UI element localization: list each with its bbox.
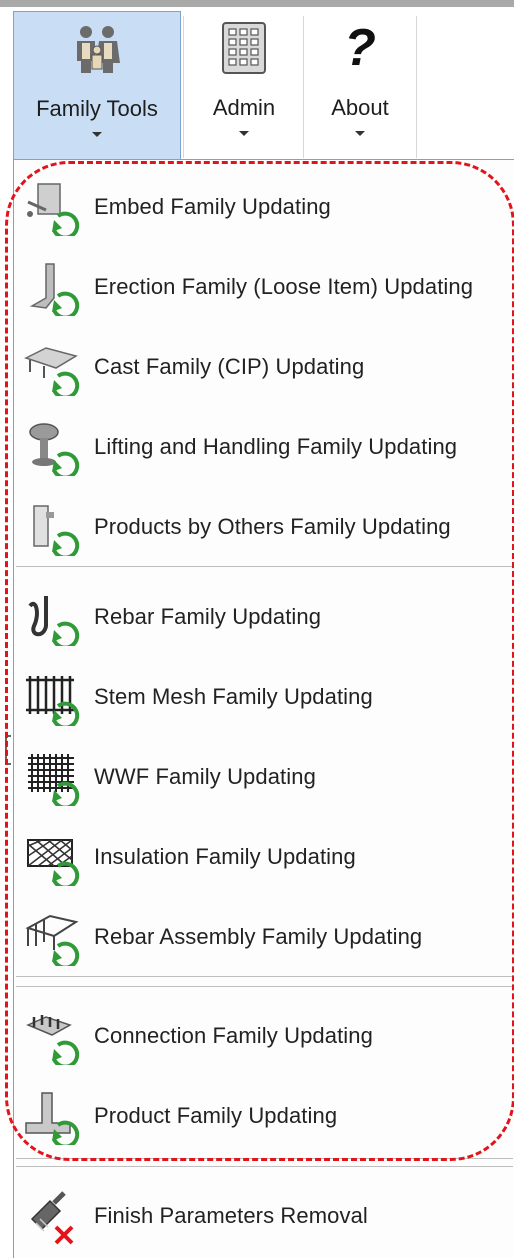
cast-update-icon xyxy=(24,347,80,396)
menu-item-label: Lifting and Handling Family Updating xyxy=(94,434,458,459)
menu-item-label: Rebar Assembly Family Updating xyxy=(94,924,423,949)
embed-update-icon xyxy=(27,183,80,236)
menu-item-label: Erection Family (Loose Item) Updating xyxy=(94,274,474,299)
tab-admin-label: Admin xyxy=(212,95,276,120)
menu-item-lifting-family-updating[interactable]: Lifting and Handling Family Updating xyxy=(14,406,514,486)
chevron-down-icon xyxy=(239,131,249,136)
rebar-assembly-update-icon xyxy=(25,914,80,966)
finish-removal-icon xyxy=(30,1191,74,1245)
menu-item-wwf-family-updating[interactable]: WWF Family Updating xyxy=(14,736,514,816)
menu-separator xyxy=(16,1166,513,1167)
family-icon xyxy=(71,20,123,78)
menu-item-label: Insulation Family Updating xyxy=(94,844,356,869)
menu-item-cast-family-updating[interactable]: Cast Family (CIP) Updating xyxy=(14,326,514,406)
menu-item-insulation-updating[interactable]: Insulation Family Updating xyxy=(14,816,514,896)
menu-item-connection-updating[interactable]: Connection Family Updating xyxy=(14,995,514,1075)
tab-family-tools-label: Family Tools xyxy=(36,96,158,121)
menu-item-label: Rebar Family Updating xyxy=(94,604,322,629)
menu-separator xyxy=(16,1158,513,1159)
product-update-icon xyxy=(25,1092,80,1145)
question-icon: ? xyxy=(344,19,376,77)
chevron-down-icon xyxy=(355,131,365,136)
menu-item-label: Embed Family Updating xyxy=(94,194,331,219)
lifting-update-icon xyxy=(29,423,80,476)
menu-item-label: Connection Family Updating xyxy=(94,1023,373,1048)
menu-item-product-family-updating[interactable]: Product Family Updating xyxy=(14,1075,514,1155)
wwf-update-icon xyxy=(28,754,80,806)
menu-separator xyxy=(16,976,513,977)
menu-item-finish-parameters-removal[interactable]: Finish Parameters Removal xyxy=(14,1175,514,1255)
family-tools-dropdown-menu: Embed Family Updating Erection Family (L… xyxy=(13,159,514,1258)
question-glyph: ? xyxy=(344,19,376,77)
tab-about-label: About xyxy=(331,95,389,120)
connection-update-icon xyxy=(26,1015,80,1065)
menu-item-embed-family-updating[interactable]: Embed Family Updating xyxy=(14,166,514,246)
rebar-update-icon xyxy=(28,596,80,646)
ribbon-divider xyxy=(303,16,304,158)
menu-item-label: Finish Parameters Removal xyxy=(94,1203,368,1228)
menu-item-label: Products by Others Family Updating xyxy=(94,514,451,539)
chevron-down-icon xyxy=(92,132,102,137)
erection-update-icon xyxy=(29,263,80,316)
menu-item-products-others-updating[interactable]: Products by Others Family Updating xyxy=(14,486,514,566)
tab-family-tools[interactable]: Family Tools xyxy=(13,11,181,160)
ribbon-divider xyxy=(183,16,184,158)
window-top-border xyxy=(0,0,514,7)
menu-item-erection-family-updating[interactable]: Erection Family (Loose Item) Updating xyxy=(14,246,514,326)
products-others-update-icon xyxy=(33,505,80,556)
menu-separator xyxy=(16,986,513,987)
insulation-update-icon xyxy=(27,839,80,886)
tab-admin[interactable]: Admin xyxy=(186,11,302,160)
ribbon-divider xyxy=(416,16,417,158)
stem-mesh-update-icon xyxy=(26,676,80,726)
keypad-icon xyxy=(221,19,267,77)
menu-item-label: Product Family Updating xyxy=(94,1103,338,1128)
menu-separator xyxy=(16,566,513,567)
menu-item-stem-mesh-updating[interactable]: Stem Mesh Family Updating xyxy=(14,656,514,736)
menu-item-rebar-assembly-updating[interactable]: Rebar Assembly Family Updating xyxy=(14,896,514,976)
window-edge-bracket xyxy=(5,735,11,765)
menu-item-rebar-family-updating[interactable]: Rebar Family Updating xyxy=(14,576,514,656)
menu-item-label: Stem Mesh Family Updating xyxy=(94,684,373,709)
menu-item-label: Cast Family (CIP) Updating xyxy=(94,354,365,379)
menu-item-label: WWF Family Updating xyxy=(94,764,316,789)
tab-about[interactable]: ? About xyxy=(305,11,415,160)
